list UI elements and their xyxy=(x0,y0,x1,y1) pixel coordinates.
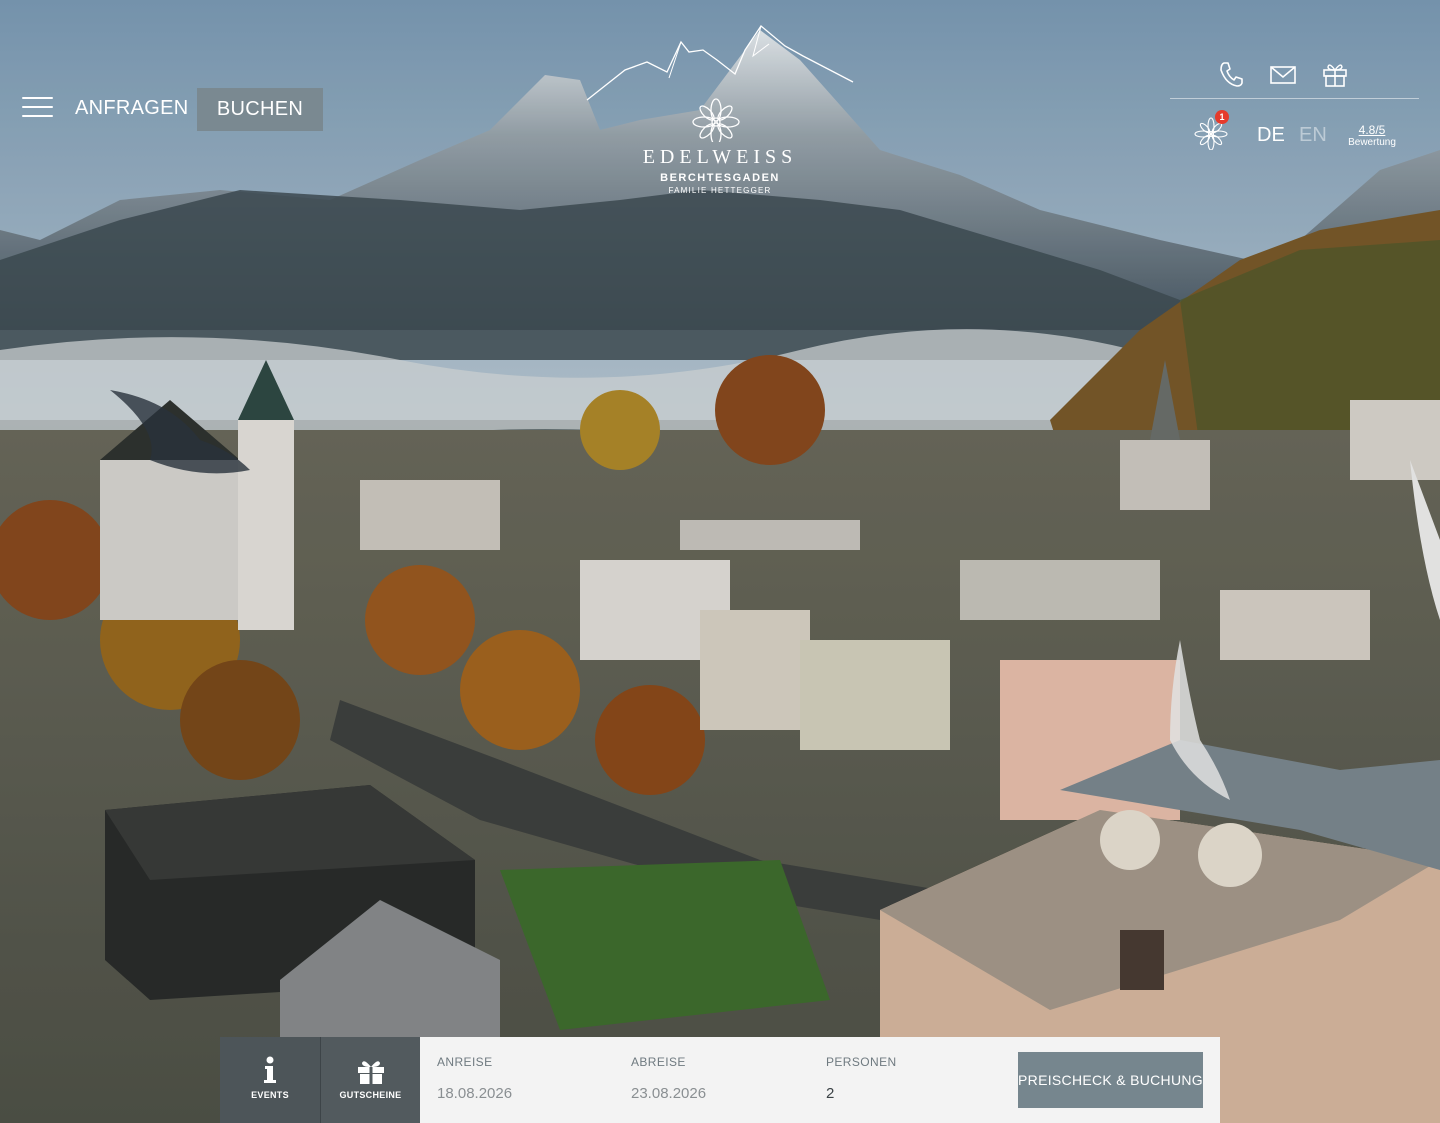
rating-link[interactable]: 4.8/5 Bewertung xyxy=(1342,123,1402,148)
arrival-value: 18.08.2026 xyxy=(437,1085,513,1102)
arrival-label: ANREISE xyxy=(437,1055,493,1069)
favorites-count-badge: 1 xyxy=(1215,110,1229,124)
persons-label: PERSONEN xyxy=(826,1055,897,1069)
persons-field[interactable]: PERSONEN 2 xyxy=(826,1037,976,1123)
logo-family-text: FAMILIE HETTEGGER xyxy=(668,186,772,195)
booking-bar: EVENTS GUTSCHEINE ANREISE 18.08.2026 ABR… xyxy=(220,1037,1220,1123)
favorites-badge[interactable]: 1 xyxy=(1194,110,1229,151)
departure-label: ABREISE xyxy=(631,1055,686,1069)
arrival-field[interactable]: ANREISE 18.08.2026 xyxy=(437,1037,617,1123)
departure-value: 23.08.2026 xyxy=(631,1085,707,1102)
gift-icon xyxy=(357,1061,384,1084)
mountain-logo-icon xyxy=(586,25,854,146)
phone-icon[interactable] xyxy=(1218,60,1244,88)
info-icon xyxy=(264,1056,276,1083)
gutscheine-tile[interactable]: GUTSCHEINE xyxy=(320,1037,420,1123)
buchen-button[interactable]: BUCHEN xyxy=(197,88,323,131)
events-tile[interactable]: EVENTS xyxy=(220,1037,320,1123)
booking-form: ANREISE 18.08.2026 ABREISE 23.08.2026 PE… xyxy=(420,1037,1220,1123)
preischeck-buchung-button[interactable]: PREISCHECK & BUCHUNG xyxy=(1018,1052,1203,1108)
gutscheine-label: GUTSCHEINE xyxy=(339,1090,402,1100)
rating-score: 4.8/5 xyxy=(1358,123,1386,137)
header-divider xyxy=(1170,98,1419,99)
logo-brand-text: EDELWEISS xyxy=(642,146,798,168)
rating-label: Bewertung xyxy=(1348,137,1396,148)
departure-field[interactable]: ABREISE 23.08.2026 xyxy=(631,1037,811,1123)
hamburger-menu-icon[interactable] xyxy=(22,97,53,119)
anfragen-link[interactable]: ANFRAGEN xyxy=(75,97,189,120)
header-contact-icons xyxy=(1218,60,1348,88)
events-label: EVENTS xyxy=(251,1090,289,1100)
persons-value: 2 xyxy=(826,1085,835,1102)
edelweiss-logo[interactable]: EDELWEISS BERCHTESGADEN FAMILIE HETTEGGE… xyxy=(585,22,855,202)
mail-icon[interactable] xyxy=(1270,60,1296,88)
gift-icon[interactable] xyxy=(1322,60,1348,88)
logo-place-text: BERCHTESGADEN xyxy=(660,172,780,184)
language-en-link[interactable]: EN xyxy=(1299,124,1327,147)
language-de-link[interactable]: DE xyxy=(1257,124,1285,147)
